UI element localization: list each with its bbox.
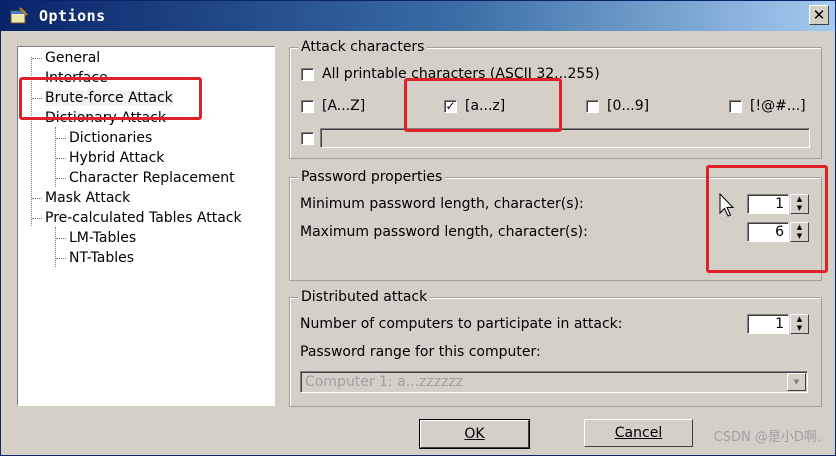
tree-item-label: NT-Tables: [69, 250, 135, 266]
tree-item-hybrid-attack[interactable]: Hybrid Attack: [69, 148, 164, 168]
tree-branch: [32, 218, 42, 219]
highlight-lowercase: [404, 78, 562, 132]
symbols-label: [!@#...]: [750, 98, 806, 114]
max-length-label: Maximum password length, character(s):: [300, 224, 588, 240]
cancel-button[interactable]: Cancel: [584, 419, 693, 447]
tree-item-label: Hybrid Attack: [69, 150, 165, 166]
mouse-cursor-icon: [719, 193, 735, 217]
tree-item-lm-tables[interactable]: LM-Tables: [69, 228, 136, 248]
title-bar[interactable]: Options ✕: [1, 1, 835, 31]
tree-item-label: General: [45, 50, 101, 66]
tree-branch: [32, 58, 42, 59]
chevron-down-icon: ▼: [793, 378, 800, 386]
tree-branch: [56, 258, 66, 259]
tree-branch: [56, 158, 66, 159]
spin-up-icon[interactable]: ▲: [791, 315, 808, 324]
uppercase-checkbox[interactable]: [301, 100, 314, 113]
group-label: Attack characters: [298, 38, 428, 56]
close-icon: ✕: [812, 6, 826, 24]
digits-checkbox[interactable]: [586, 100, 599, 113]
custom-charset-input[interactable]: [320, 128, 810, 148]
window-title: Options: [39, 7, 106, 25]
min-length-label: Minimum password length, character(s):: [300, 196, 584, 212]
tree-branch: [56, 238, 66, 239]
highlight-length-settings: [706, 165, 828, 273]
tree-item-nt-tables[interactable]: NT-Tables: [69, 248, 134, 268]
ok-button-label: OK: [464, 426, 485, 442]
tree-branch: [56, 138, 66, 139]
computers-count-input[interactable]: 1: [747, 314, 789, 334]
combo-dropdown-button[interactable]: ▼: [787, 373, 806, 391]
spin-down-icon[interactable]: ▼: [791, 324, 808, 333]
tree-item-label: Character Replacement: [69, 170, 235, 186]
uppercase-label: [A...Z]: [322, 98, 366, 114]
tree-item-label: Mask Attack: [45, 190, 131, 206]
cancel-button-label: Cancel: [614, 425, 663, 441]
tree-item-general[interactable]: General: [45, 48, 100, 68]
highlight-brute-force: [19, 77, 202, 120]
digits-label: [0...9]: [607, 98, 650, 114]
computers-count-spinner[interactable]: ▲ ▼: [790, 314, 809, 334]
tree-line: [55, 227, 56, 267]
ok-button[interactable]: OK: [419, 419, 530, 449]
computers-count-value: 1: [775, 316, 784, 332]
group-label: Password properties: [298, 168, 446, 186]
distributed-attack-group: Distributed attack Number of computers t…: [289, 288, 822, 407]
tree-branch: [56, 178, 66, 179]
tree-item-pre-calculated-tables-attack[interactable]: Pre-calculated Tables Attack: [45, 208, 242, 228]
password-range-label: Password range for this computer:: [300, 344, 541, 360]
tree-item-character-replacement[interactable]: Character Replacement: [69, 168, 235, 188]
all-printable-checkbox[interactable]: [301, 68, 314, 81]
options-dialog: Options ✕ General Interface Brute-force …: [0, 0, 836, 456]
tree-item-dictionaries[interactable]: Dictionaries: [69, 128, 152, 148]
tree-item-label: Pre-calculated Tables Attack: [45, 210, 242, 226]
group-label: Distributed attack: [298, 288, 431, 306]
tree-item-label: Dictionaries: [69, 130, 153, 146]
options-app-icon: [10, 7, 28, 24]
tree-item-label: LM-Tables: [69, 230, 137, 246]
custom-charset-checkbox[interactable]: [301, 132, 314, 145]
symbols-checkbox[interactable]: [729, 100, 742, 113]
tree-branch: [32, 198, 42, 199]
watermark: CSDN @是小D啊.: [713, 430, 821, 445]
password-range-select[interactable]: Computer 1: a...zzzzzz ▼: [300, 371, 808, 393]
password-range-value: Computer 1: a...zzzzzz: [305, 374, 464, 390]
tree-item-mask-attack[interactable]: Mask Attack: [45, 188, 130, 208]
computers-count-label: Number of computers to participate in at…: [300, 316, 623, 332]
close-button[interactable]: ✕: [809, 5, 829, 25]
